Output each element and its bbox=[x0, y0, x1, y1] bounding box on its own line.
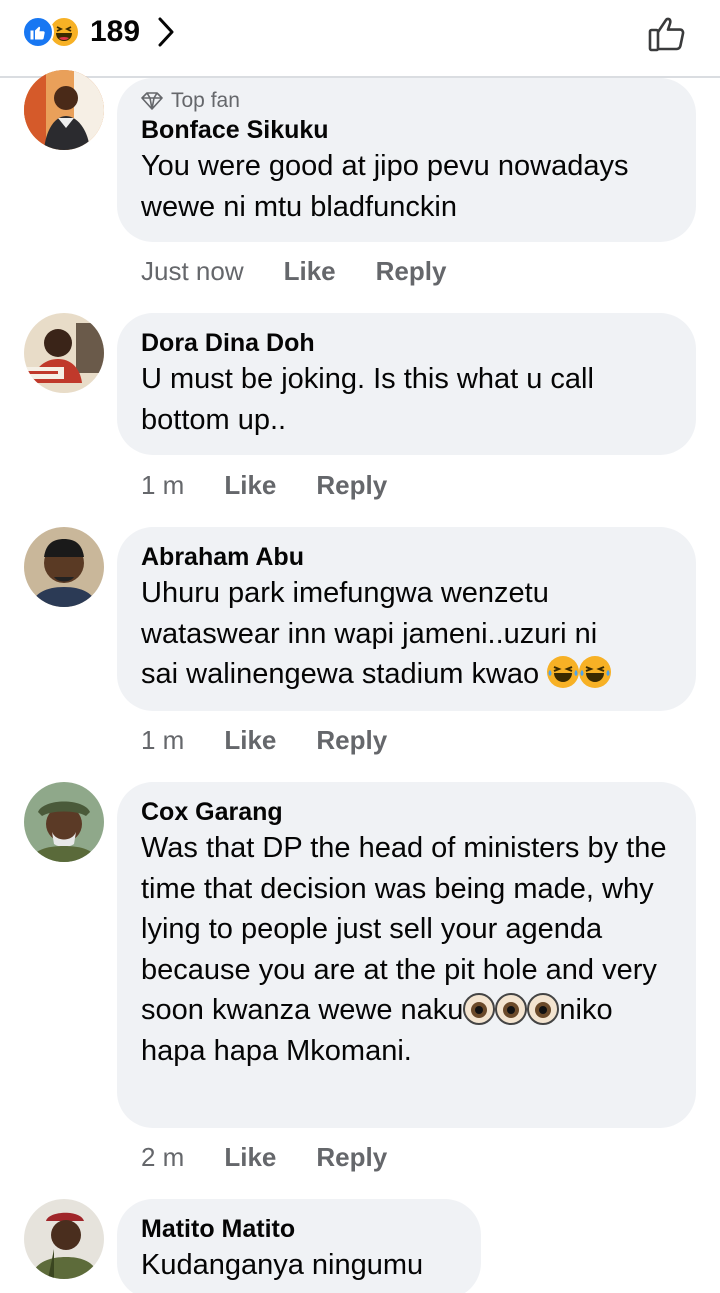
comment-timestamp[interactable]: 1 m bbox=[141, 725, 184, 756]
comment-actions: 1 m Like Reply bbox=[141, 725, 427, 756]
reply-button[interactable]: Reply bbox=[316, 1142, 387, 1173]
reaction-count: 189 bbox=[90, 15, 141, 48]
avatar[interactable] bbox=[24, 782, 104, 862]
like-button[interactable]: Like bbox=[224, 725, 276, 756]
comment-bubble[interactable]: Abraham Abu Uhuru park imefungwa wenzetu… bbox=[117, 527, 696, 711]
like-reaction-icon bbox=[22, 16, 54, 48]
comment-actions: 2 m Like Reply bbox=[141, 1142, 427, 1173]
avatar[interactable] bbox=[24, 313, 104, 393]
eyes-emoji bbox=[527, 993, 560, 1025]
reactions-summary[interactable]: 189 bbox=[22, 12, 174, 52]
chevron-right-icon bbox=[158, 17, 174, 47]
comment-author[interactable]: Bonface Sikuku bbox=[141, 114, 672, 146]
like-button[interactable]: Like bbox=[224, 470, 276, 501]
comment-text: Was that DP the head of ministers by the… bbox=[141, 832, 667, 1067]
comment-text: You were good at jipo pevu nowadays wewe… bbox=[141, 150, 629, 223]
eyes-emoji bbox=[495, 993, 528, 1025]
laughing-emoji bbox=[579, 656, 612, 688]
comment-author[interactable]: Matito Matito bbox=[141, 1213, 457, 1245]
diamond-icon bbox=[141, 92, 163, 110]
top-fan-badge: Top fan bbox=[141, 88, 672, 114]
comment-author[interactable]: Dora Dina Doh bbox=[141, 327, 672, 359]
comment-text: U must be joking. Is this what u call bo… bbox=[141, 363, 594, 436]
avatar[interactable] bbox=[24, 70, 104, 150]
avatar[interactable] bbox=[24, 527, 104, 607]
comment-text: Kudanganya ningumu bbox=[141, 1249, 424, 1281]
comment-author[interactable]: Cox Garang bbox=[141, 796, 672, 828]
comment-text: Uhuru park imefungwa wenzetu wataswear i… bbox=[141, 573, 681, 695]
comment-bubble[interactable]: Matito Matito Kudanganya ningumu bbox=[117, 1199, 481, 1293]
like-button[interactable]: Like bbox=[284, 256, 336, 287]
comment-author[interactable]: Abraham Abu bbox=[141, 541, 672, 573]
comment-actions: 1 m Like Reply bbox=[141, 470, 427, 501]
comment-bubble[interactable]: Top fan Bonface Sikuku You were good at … bbox=[117, 78, 696, 242]
reply-button[interactable]: Reply bbox=[316, 470, 387, 501]
reply-button[interactable]: Reply bbox=[316, 725, 387, 756]
comment-timestamp[interactable]: 1 m bbox=[141, 470, 184, 501]
comment-bubble[interactable]: Cox Garang Was that DP the head of minis… bbox=[117, 782, 696, 1128]
comment-timestamp[interactable]: 2 m bbox=[141, 1142, 184, 1173]
thumbs-up-icon[interactable] bbox=[646, 10, 690, 54]
avatar[interactable] bbox=[24, 1199, 104, 1279]
comment-actions: Just now Like Reply bbox=[141, 256, 486, 287]
like-button[interactable]: Like bbox=[224, 1142, 276, 1173]
comment-timestamp[interactable]: Just now bbox=[141, 256, 244, 287]
comment-bubble[interactable]: Dora Dina Doh U must be joking. Is this … bbox=[117, 313, 696, 455]
reply-button[interactable]: Reply bbox=[376, 256, 447, 287]
reactions-header: 189 bbox=[0, 0, 720, 78]
eyes-emoji bbox=[463, 993, 496, 1025]
laughing-emoji bbox=[547, 656, 580, 688]
